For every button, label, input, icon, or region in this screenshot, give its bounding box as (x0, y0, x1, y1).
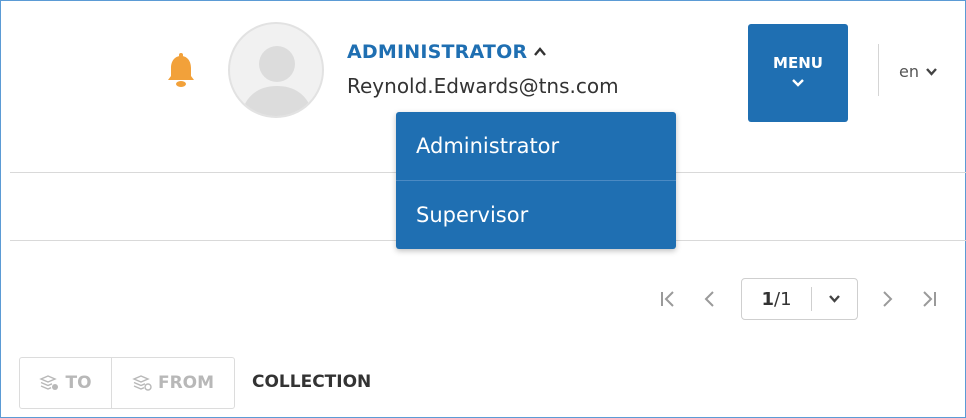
first-page-icon[interactable] (657, 288, 679, 310)
page-dropdown-toggle[interactable] (812, 294, 857, 304)
language-selector[interactable]: en (899, 62, 938, 81)
role-switcher-button[interactable]: ADMINISTRATOR (347, 38, 547, 66)
page-indicator: 1/1 (761, 288, 792, 310)
transfer-button-group: TO FROM (19, 357, 235, 409)
chevron-up-icon (534, 47, 547, 56)
avatar[interactable] (228, 22, 324, 118)
chevron-down-icon (829, 295, 840, 303)
menu-label: MENU (773, 54, 823, 72)
layers-icon (39, 375, 59, 390)
collection-tab[interactable]: COLLECTION (252, 372, 371, 392)
to-label: TO (65, 373, 92, 393)
role-option-administrator[interactable]: Administrator (396, 112, 676, 180)
role-option-supervisor[interactable]: Supervisor (396, 180, 676, 249)
to-button[interactable]: TO (20, 358, 112, 408)
last-page-icon[interactable] (918, 288, 940, 310)
user-silhouette-icon (240, 46, 314, 116)
menu-button[interactable]: MENU (748, 24, 848, 122)
previous-page-icon[interactable] (699, 288, 721, 310)
chevron-down-icon (926, 67, 937, 76)
layers-icon (132, 375, 152, 391)
pagination: 1/1 (0, 278, 966, 320)
header-divider (878, 44, 879, 96)
bell-icon[interactable] (166, 52, 196, 90)
role-dropdown-menu: Administrator Supervisor (396, 112, 676, 249)
user-email: Reynold.Edwards@tns.com (347, 74, 619, 98)
next-page-icon[interactable] (876, 288, 898, 310)
from-button[interactable]: FROM (112, 358, 234, 408)
language-label: en (899, 62, 919, 81)
page-selector[interactable]: 1/1 (741, 278, 858, 320)
from-label: FROM (157, 373, 215, 393)
chevron-down-icon (792, 79, 804, 87)
role-label: ADMINISTRATOR (347, 41, 528, 63)
